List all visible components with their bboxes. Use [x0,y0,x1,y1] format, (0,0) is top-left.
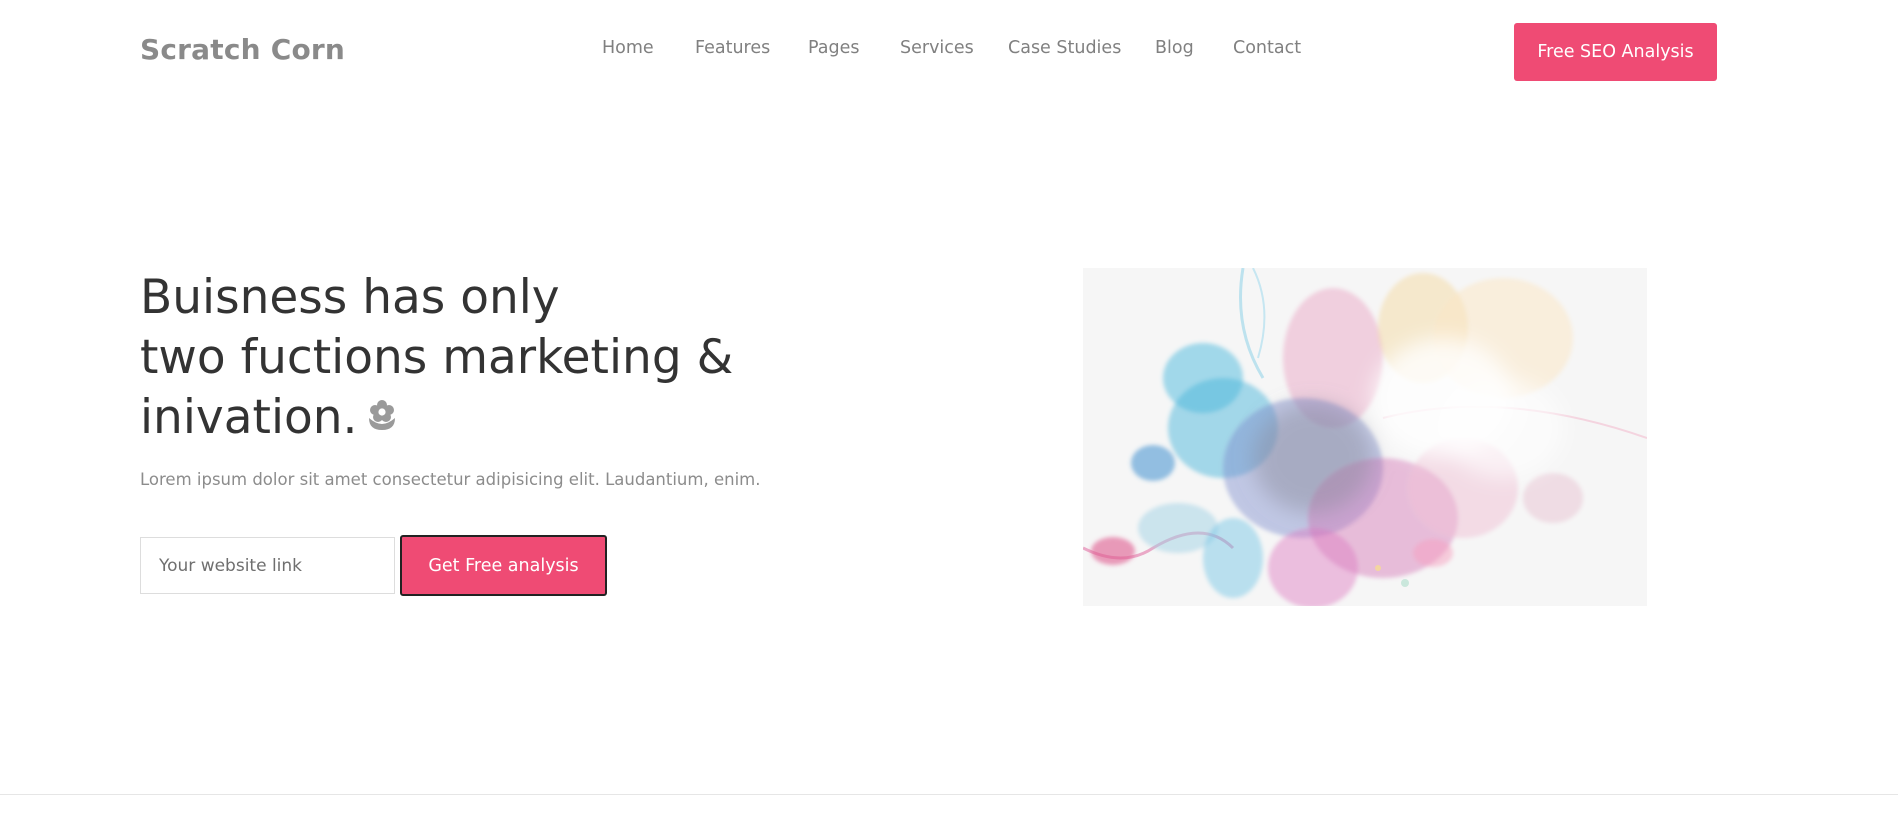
free-seo-analysis-button[interactable]: Free SEO Analysis [1514,23,1717,81]
hero-subtitle: Lorem ipsum dolor sit amet consectetur a… [140,470,761,489]
nav-item-features[interactable]: Features [695,38,770,58]
nav-item-contact[interactable]: Contact [1233,38,1301,58]
hero-heading-line-2: two fuctions marketing & [140,330,734,385]
hero-heading: Buisness has only two fuctions marketing… [140,268,860,451]
hero-heading-line-1: Buisness has only [140,270,560,325]
hero-heading-line-3: inivation. [140,390,358,445]
website-link-input[interactable] [140,537,395,594]
section-divider [0,794,1898,795]
hero-heading-line-3-wrap: inivation. [140,388,860,451]
nav-item-pages[interactable]: Pages [808,38,859,58]
hero-illustration [1083,268,1647,606]
flower-icon [366,387,398,447]
nav-item-blog[interactable]: Blog [1155,38,1194,58]
get-free-analysis-button[interactable]: Get Free analysis [400,535,607,596]
site-header: Scratch Corn Home Features Pages Service… [0,0,1898,100]
nav-item-services[interactable]: Services [900,38,974,58]
brand-logo[interactable]: Scratch Corn [140,33,345,66]
nav-item-case-studies[interactable]: Case Studies [1008,38,1121,58]
nav-item-home[interactable]: Home [602,38,654,58]
